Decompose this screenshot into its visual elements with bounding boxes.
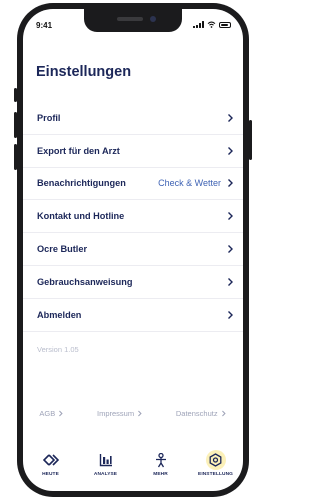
menu-item-right <box>225 277 235 287</box>
menu-item-right <box>225 211 235 221</box>
tab-einstellung[interactable]: EINSTELLUNG <box>194 450 238 477</box>
menu-item-label: Abmelden <box>37 309 82 320</box>
status-time: 9:41 <box>36 21 53 30</box>
tab-label: ANALYSE <box>93 472 118 477</box>
settings-hexagon-icon <box>209 453 222 467</box>
tab-label: MEHR <box>153 472 168 477</box>
menu-item-right <box>225 310 235 320</box>
link-impressum[interactable]: Impressum <box>97 409 143 418</box>
link-label: AGB <box>39 409 56 418</box>
chevron-right-icon <box>59 410 63 417</box>
battery-icon <box>219 21 231 28</box>
camera <box>150 16 156 22</box>
menu-item-label: Export für den Arzt <box>37 145 120 156</box>
chevron-right-icon <box>228 179 233 188</box>
menu-item-abmelden[interactable]: Abmelden <box>23 298 243 332</box>
menu-item-right: Check & Wetter <box>158 178 235 188</box>
menu-item-export[interactable]: Export für den Arzt <box>23 134 243 168</box>
menu-item-benachrichtigungen[interactable]: Benachrichtigungen Check & Wetter <box>23 167 243 201</box>
menu-item-label: Kontakt und Hotline <box>37 211 125 222</box>
mute-switch <box>14 88 17 102</box>
chevron-right-icon <box>228 212 233 221</box>
menu-item-gebrauchsanweisung[interactable]: Gebrauchsanweisung <box>23 265 243 299</box>
tab-icon-wrap <box>151 450 171 470</box>
menu-item-profil[interactable]: Profil <box>23 102 243 135</box>
speaker-grille <box>117 17 143 21</box>
tab-analyse[interactable]: ANALYSE <box>84 450 128 477</box>
chevrons-icon <box>42 454 59 466</box>
chevron-right-icon <box>228 277 233 286</box>
menu-item-label: Ocre Butler <box>37 244 88 255</box>
chevron-right-icon <box>138 410 142 417</box>
chevron-right-icon <box>228 310 233 319</box>
app-screen: 9:41 Einstellungen Profil Export für den… <box>23 9 243 491</box>
tab-icon-wrap <box>96 450 116 470</box>
chart-icon <box>99 454 112 467</box>
tab-label: EINSTELLUNG <box>198 472 233 477</box>
volume-down-button <box>14 144 17 170</box>
wifi-icon <box>207 21 216 28</box>
chevron-right-icon <box>228 146 233 155</box>
notch <box>84 9 182 32</box>
menu-item-label: Benachrichtigungen <box>37 178 126 189</box>
chevron-right-icon <box>228 113 233 122</box>
page-title: Einstellungen <box>36 64 132 80</box>
version-label: Version 1.05 <box>37 345 79 354</box>
menu-item-label: Profil <box>37 112 61 123</box>
tab-mehr[interactable]: MEHR <box>139 450 183 477</box>
notification-setting-value: Check & Wetter <box>158 178 221 189</box>
chevron-right-icon <box>221 410 226 417</box>
link-label: Impressum <box>97 409 135 418</box>
tab-icon-wrap <box>41 450 61 470</box>
link-label: Datenschutz <box>175 409 218 418</box>
menu-item-right <box>225 244 235 254</box>
link-agb[interactable]: AGB <box>39 409 64 418</box>
tab-icon-wrap-active <box>205 450 226 470</box>
menu-item-right <box>225 146 235 156</box>
menu-item-label: Gebrauchsanweisung <box>37 276 133 287</box>
volume-up-button <box>14 112 17 138</box>
tab-label: HEUTE <box>42 472 59 477</box>
menu-item-kontakt[interactable]: Kontakt und Hotline <box>23 200 243 234</box>
tab-bar: HEUTE ANALYSE MEHR EINSTELLUNG <box>23 450 243 490</box>
chevron-right-icon <box>228 245 233 254</box>
footer-links: AGB Impressum Datenschutz <box>23 409 243 418</box>
power-button <box>249 120 252 160</box>
tab-heute[interactable]: HEUTE <box>29 450 73 477</box>
settings-menu: Profil Export für den Arzt Benachrichtig… <box>23 102 243 332</box>
status-icons <box>193 21 231 28</box>
menu-item-right <box>225 113 235 123</box>
signal-icon <box>193 21 204 28</box>
menu-item-ocre-butler[interactable]: Ocre Butler <box>23 233 243 266</box>
link-datenschutz[interactable]: Datenschutz <box>176 409 227 418</box>
person-icon <box>155 452 166 467</box>
